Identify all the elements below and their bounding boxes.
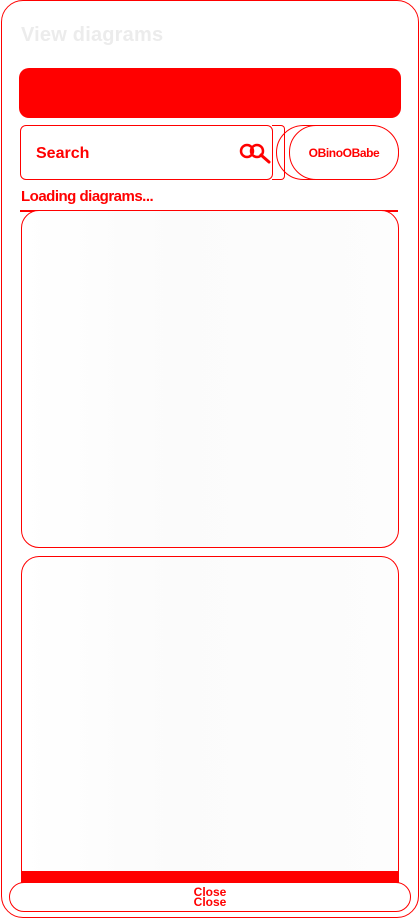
close-button-label-shadow: Close: [193, 895, 227, 909]
open-button[interactable]: OBinoOBabe: [289, 125, 399, 180]
dialog-title: View diagrams: [21, 24, 164, 46]
loading-status: Loading diagrams...: [21, 188, 154, 205]
header-banner: [20, 69, 400, 117]
search-input-edge: [272, 125, 285, 180]
search-icon[interactable]: [239, 142, 271, 164]
search-placeholder: Search: [36, 145, 90, 162]
diagram-preview-panel[interactable]: [21, 210, 399, 548]
diagram-list-panel[interactable]: [21, 556, 399, 876]
